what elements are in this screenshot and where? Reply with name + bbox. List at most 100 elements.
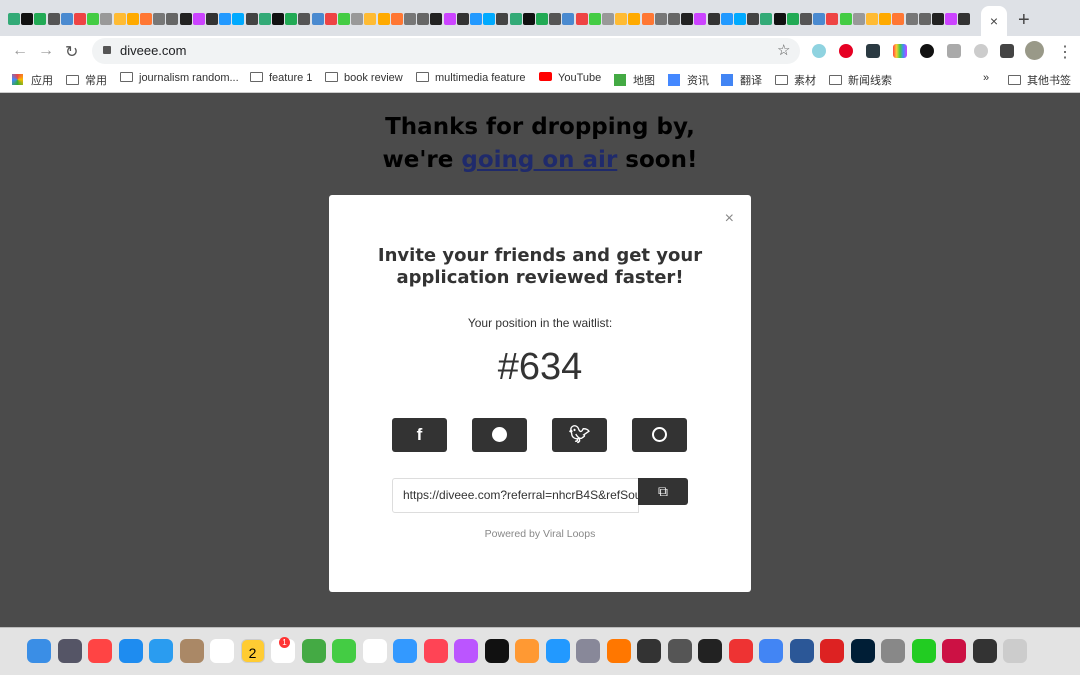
referral-link-input[interactable]: https://diveee.com?referral=nhcrB4S&refS…	[392, 478, 639, 513]
facebook-share-button[interactable]: f	[392, 418, 447, 452]
active-tab-close-button[interactable]: ×	[981, 6, 1007, 36]
tab-favicon[interactable]	[681, 13, 694, 25]
tab-favicon[interactable]	[694, 13, 707, 25]
tab-favicon[interactable]	[179, 13, 192, 25]
tab-favicon[interactable]	[126, 13, 139, 25]
avatar[interactable]	[1025, 41, 1044, 60]
reload-icon[interactable]: ↻	[65, 42, 78, 62]
tab-favicon[interactable]	[443, 13, 456, 25]
tab-favicon[interactable]	[390, 13, 403, 25]
tab-favicon[interactable]	[8, 13, 20, 25]
extension-icon[interactable]	[974, 44, 988, 58]
dock-app-icon[interactable]	[393, 639, 417, 663]
menu-icon[interactable]: ⋮	[1057, 42, 1073, 62]
dock-app-icon[interactable]	[667, 639, 692, 663]
tab-favicon[interactable]	[892, 13, 905, 25]
dock-app-icon[interactable]	[545, 639, 570, 663]
whatsapp-share-button[interactable]	[632, 418, 687, 452]
tab-favicon[interactable]	[417, 13, 430, 25]
bookmark-news[interactable]: 资讯	[668, 72, 709, 88]
extension-icon[interactable]	[947, 44, 961, 58]
dock-app-icon[interactable]	[149, 639, 173, 663]
puzzle-icon[interactable]	[1000, 44, 1014, 58]
tab-favicon[interactable]	[219, 13, 232, 25]
tab-favicon[interactable]	[668, 13, 680, 25]
bookmark-folder[interactable]: 新闻线索	[829, 72, 892, 88]
dock-app-icon[interactable]	[942, 639, 966, 663]
tab-favicon[interactable]	[549, 13, 562, 25]
tab-favicon[interactable]	[852, 13, 865, 25]
messenger-share-button[interactable]	[472, 418, 527, 452]
tab-favicon[interactable]	[74, 13, 86, 25]
dock-app-icon[interactable]	[698, 639, 722, 663]
tab-favicon[interactable]	[734, 13, 746, 25]
bookmark-folder[interactable]: 素材	[775, 72, 816, 88]
tab-favicon[interactable]	[258, 13, 271, 25]
tab-favicon[interactable]	[232, 13, 245, 25]
tab-favicon[interactable]	[905, 13, 918, 25]
bookmark-other[interactable]: 其他书签	[1008, 72, 1071, 88]
tab-favicon[interactable]	[285, 13, 298, 25]
dock-app-icon[interactable]	[301, 639, 326, 663]
tab-favicon[interactable]	[100, 13, 113, 25]
tab-favicon[interactable]	[153, 13, 166, 25]
tab-favicon[interactable]	[536, 13, 548, 25]
tab-favicon[interactable]	[786, 13, 799, 25]
dock-app-icon[interactable]	[911, 639, 936, 663]
tab-favicon[interactable]	[522, 13, 535, 25]
tab-favicon[interactable]	[932, 13, 944, 25]
tab-favicon[interactable]	[575, 13, 588, 25]
tab-favicon[interactable]	[456, 13, 469, 25]
dock-app-icon[interactable]	[728, 639, 753, 663]
tab-favicon[interactable]	[245, 13, 258, 25]
extension-icon[interactable]	[812, 44, 826, 58]
tab-favicon[interactable]	[166, 13, 179, 25]
tab-favicon[interactable]	[958, 13, 971, 25]
dock-app-icon[interactable]	[606, 639, 631, 663]
dock-app-icon[interactable]	[576, 639, 600, 663]
bookmark-apps[interactable]: 应用	[12, 72, 53, 88]
dock-app-icon[interactable]	[57, 639, 82, 663]
dock-app-icon[interactable]	[210, 639, 234, 663]
dock-app-icon[interactable]	[484, 639, 509, 663]
dock-app-icon[interactable]	[1003, 639, 1027, 663]
tab-favicon[interactable]	[47, 13, 60, 25]
tab-favicon[interactable]	[747, 13, 760, 25]
dock-app-icon[interactable]	[179, 639, 204, 663]
tab-favicon[interactable]	[206, 13, 218, 25]
tab-favicon[interactable]	[588, 13, 601, 25]
tab-favicon[interactable]	[470, 13, 482, 25]
tab-favicon[interactable]	[602, 13, 614, 25]
tab-favicon[interactable]	[800, 13, 812, 25]
bookmarks-overflow[interactable]: »	[983, 72, 989, 84]
tab-favicon[interactable]	[945, 13, 958, 25]
back-icon[interactable]: ←	[12, 42, 28, 60]
tab-favicon[interactable]	[140, 13, 152, 25]
powered-by-link[interactable]: Powered by Viral Loops	[329, 528, 751, 540]
new-tab-button[interactable]: +	[1018, 9, 1030, 32]
tab-favicon[interactable]	[311, 13, 324, 25]
tab-favicon[interactable]	[641, 13, 654, 25]
dock-app-icon[interactable]	[789, 639, 814, 663]
dock-app-icon[interactable]	[362, 639, 387, 663]
bookmark-folder[interactable]: 常用	[66, 72, 107, 88]
tab-favicon[interactable]	[430, 13, 443, 25]
tab-favicon[interactable]	[404, 13, 416, 25]
going-on-air-link[interactable]: going on air	[461, 147, 617, 173]
dock-app-icon[interactable]	[454, 639, 478, 663]
dock-app-icon[interactable]	[423, 639, 448, 663]
bookmark-youtube[interactable]: YouTube	[539, 72, 601, 84]
copy-button[interactable]: ⧉	[638, 478, 688, 505]
tab-favicon[interactable]	[813, 13, 826, 25]
bookmark-folder[interactable]: journalism random...	[120, 72, 239, 84]
tab-favicon[interactable]	[918, 13, 931, 25]
tab-favicon[interactable]	[773, 13, 786, 25]
bookmark-folder[interactable]: feature 1	[250, 72, 312, 84]
tab-favicon[interactable]	[60, 13, 73, 25]
dock-app-icon[interactable]	[637, 639, 661, 663]
bookmark-translate[interactable]: 翻译	[721, 72, 762, 88]
dock-app-icon[interactable]	[759, 639, 783, 663]
extension-icon[interactable]	[893, 44, 907, 58]
tab-favicon[interactable]	[377, 13, 390, 25]
tab-favicon[interactable]	[192, 13, 205, 25]
